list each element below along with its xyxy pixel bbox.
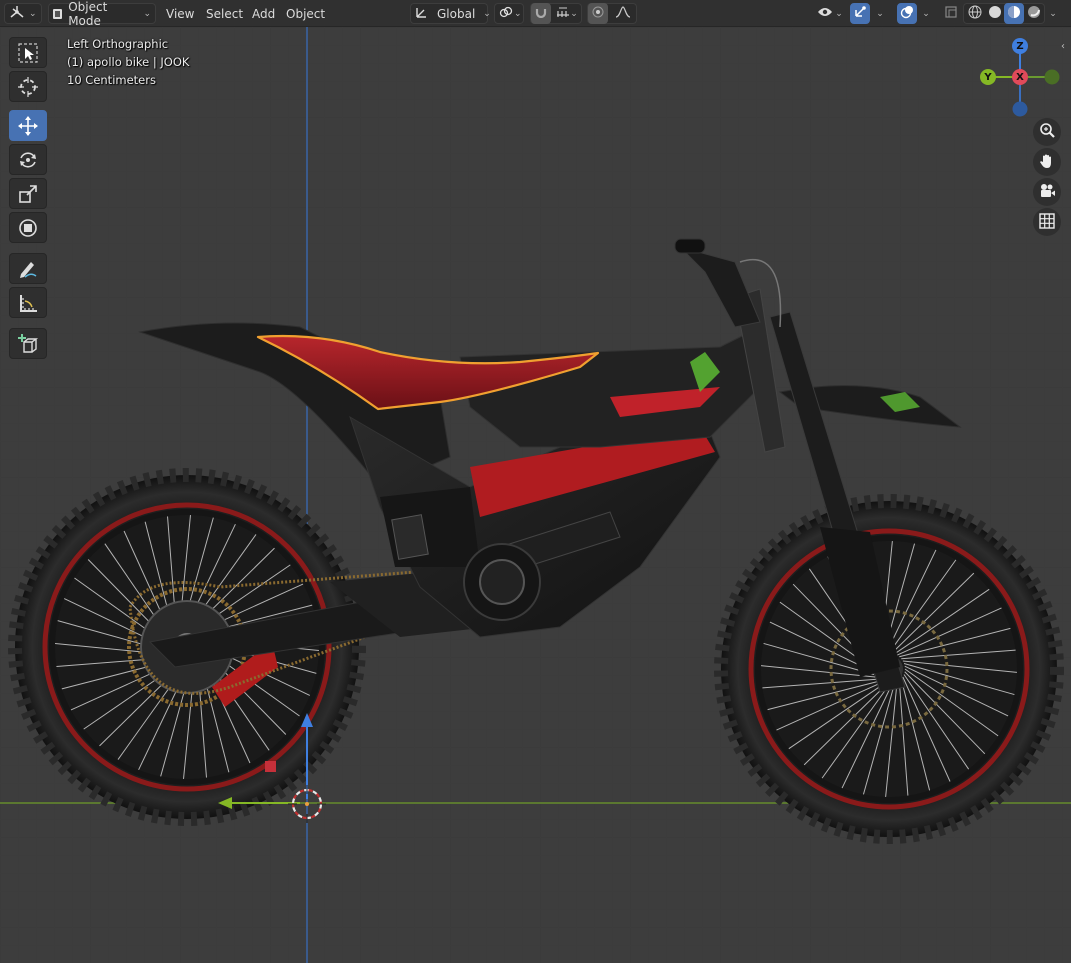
- orientation-icon: [415, 5, 429, 22]
- orientation-label: Global: [437, 6, 476, 21]
- chevron-down-icon: ⌄: [143, 8, 151, 19]
- transform-tool[interactable]: [9, 212, 47, 243]
- view-name-text: Left Orthographic: [67, 37, 169, 51]
- viewport-header: ⌄ Object Mode ⌄ View Select Add Object G…: [0, 0, 1071, 28]
- cursor-icon: [17, 76, 39, 98]
- shading-wireframe-button[interactable]: [965, 3, 984, 24]
- overlays-dropdown[interactable]: ⌄: [918, 3, 934, 24]
- pan-button[interactable]: [1033, 148, 1061, 176]
- xray-icon: [944, 5, 958, 22]
- wireframe-sphere-icon: [968, 5, 982, 22]
- cursor-tool[interactable]: [9, 71, 47, 102]
- proportional-editing-icon: [592, 6, 604, 21]
- grid-scale-text: 10 Centimeters: [67, 73, 156, 87]
- menu-select[interactable]: Select: [200, 3, 249, 24]
- gizmo-y-axis-button[interactable]: Y: [980, 69, 996, 85]
- chevron-down-icon: ⌄: [514, 8, 522, 19]
- transform-orientation-selector[interactable]: Global ⌄: [410, 3, 491, 24]
- transform-icon: [17, 217, 39, 239]
- rendered-sphere-icon: [1027, 5, 1041, 22]
- solid-sphere-icon: [988, 5, 1002, 22]
- object-info-text: (1) apollo bike | JOOK: [67, 55, 190, 69]
- gizmo-y-label: Y: [984, 71, 992, 83]
- add-cube-tool[interactable]: [9, 328, 47, 359]
- snap-toggle[interactable]: [531, 3, 551, 24]
- overlays-toggle[interactable]: [897, 3, 917, 24]
- rotate-tool[interactable]: [9, 144, 47, 175]
- shading-rendered-button[interactable]: [1024, 3, 1043, 24]
- chevron-down-icon: ⌄: [835, 8, 843, 19]
- 3d-viewport[interactable]: Left Orthographic (1) apollo bike | JOOK…: [0, 27, 1071, 963]
- chevron-down-icon: ⌄: [876, 8, 884, 19]
- camera-view-button[interactable]: [1033, 178, 1061, 206]
- gizmo-x-label: X: [1016, 71, 1024, 83]
- menu-add[interactable]: Add: [246, 3, 281, 24]
- mode-selector[interactable]: Object Mode ⌄: [48, 0, 156, 28]
- navigation-gizmo[interactable]: Z Y X: [975, 35, 1065, 120]
- shading-solid-button[interactable]: [985, 3, 1004, 24]
- chevron-down-icon: ⌄: [570, 8, 578, 19]
- add-cube-icon: [17, 333, 39, 355]
- snap-increment-icon: [556, 6, 570, 21]
- material-sphere-icon: [1007, 5, 1021, 22]
- falloff-curve-icon: [615, 6, 631, 21]
- eye-icon: [817, 6, 833, 21]
- scale-tool[interactable]: [9, 178, 47, 209]
- viewport-scene: [0, 27, 1071, 963]
- chevron-down-icon: ⌄: [922, 8, 930, 19]
- move-tool[interactable]: [9, 110, 47, 141]
- gizmo-x-axis-button[interactable]: X: [1012, 69, 1028, 85]
- pencil-icon: [17, 258, 39, 280]
- zoom-icon: [1038, 122, 1056, 143]
- chevron-down-icon: ⌄: [1049, 8, 1057, 19]
- snap-target-selector[interactable]: ⌄: [553, 3, 581, 24]
- overlays-icon: [900, 5, 914, 22]
- editor-type-button[interactable]: ⌄: [4, 3, 42, 24]
- xray-toggle[interactable]: [941, 3, 961, 24]
- gizmo-toggle[interactable]: [850, 3, 870, 24]
- zoom-button[interactable]: [1033, 118, 1061, 146]
- magnet-icon: [535, 6, 547, 21]
- falloff-selector[interactable]: [609, 3, 636, 24]
- pivot-icon: [499, 5, 513, 22]
- visibility-selector[interactable]: ⌄: [815, 3, 845, 24]
- gizmo-z-axis-button[interactable]: Z: [1012, 38, 1028, 54]
- pivot-point-selector[interactable]: ⌄: [494, 3, 524, 24]
- object-mode-icon: [53, 8, 63, 19]
- hand-icon: [1038, 152, 1056, 173]
- gizmo-icon: [853, 5, 867, 22]
- shading-options-dropdown[interactable]: ⌄: [1046, 3, 1060, 24]
- grid-icon: [1038, 212, 1056, 233]
- select-box-icon: [17, 42, 39, 64]
- viewport-info-overlay: Left Orthographic (1) apollo bike | JOOK…: [67, 35, 189, 89]
- rotate-icon: [17, 149, 39, 171]
- move-gizmo-plane-handle[interactable]: [265, 761, 276, 772]
- shading-material-button[interactable]: [1004, 3, 1024, 24]
- chevron-down-icon: ⌄: [29, 8, 37, 19]
- editor-type-icon: [9, 5, 25, 22]
- select-box-tool[interactable]: [9, 37, 47, 68]
- gizmo-dropdown[interactable]: ⌄: [872, 3, 888, 24]
- chevron-left-icon[interactable]: ‹: [1061, 41, 1065, 52]
- scale-icon: [17, 183, 39, 205]
- ruler-icon: [17, 292, 39, 314]
- camera-icon: [1038, 182, 1056, 203]
- annotate-tool[interactable]: [9, 253, 47, 284]
- menu-view[interactable]: View: [160, 3, 200, 24]
- chevron-down-icon: ⌄: [483, 8, 491, 19]
- menu-object[interactable]: Object: [280, 3, 331, 24]
- proportional-editing-toggle[interactable]: [588, 3, 608, 24]
- measure-tool[interactable]: [9, 287, 47, 318]
- move-arrows-icon: [17, 115, 39, 137]
- toggle-perspective-button[interactable]: [1033, 208, 1061, 236]
- gizmo-z-label: Z: [1016, 40, 1024, 52]
- mode-label: Object Mode: [68, 0, 108, 28]
